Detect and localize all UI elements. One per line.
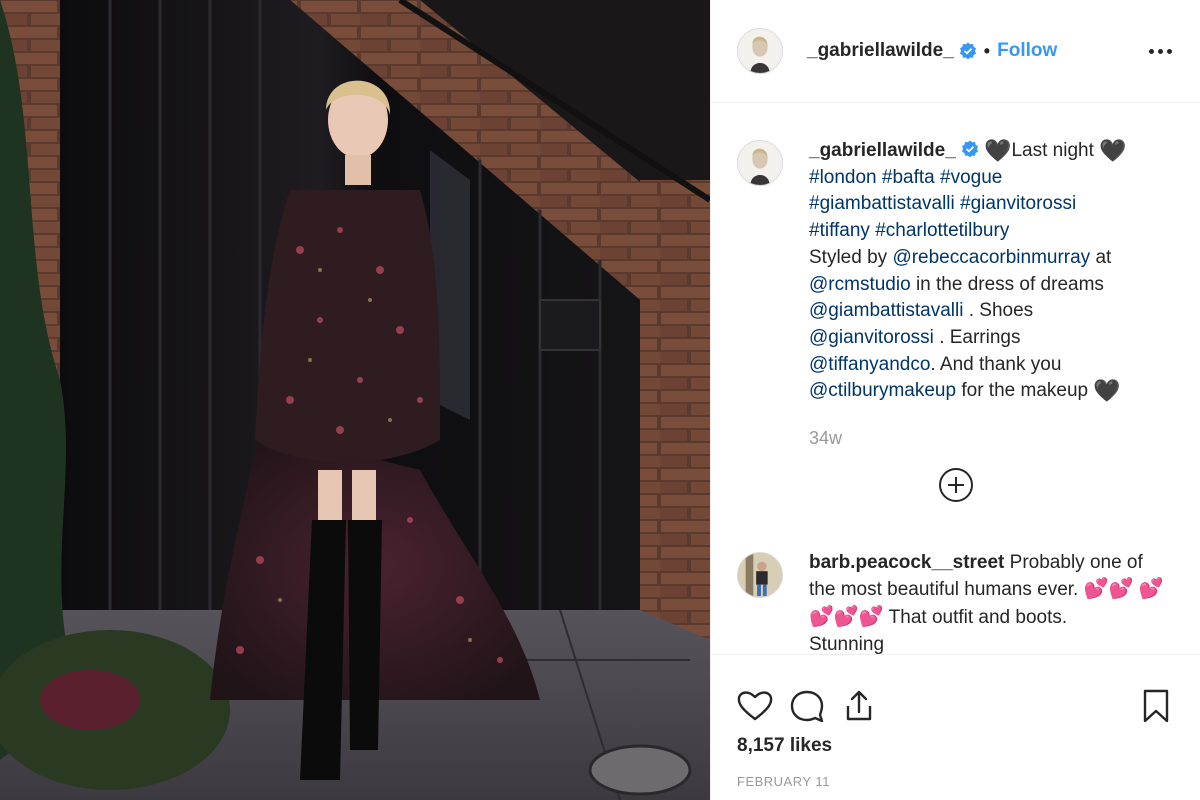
heart-icon-svg [737, 691, 773, 721]
hashtag-link[interactable]: #tiffany #charlottetilbury [809, 220, 1009, 241]
black-heart-emoji: 🖤 [1099, 138, 1127, 163]
caption-text: . Shoes [968, 300, 1034, 322]
post-photo-image [0, 0, 710, 800]
caption-avatar-image [738, 141, 782, 185]
caption-body: _gabriellawilde_ 🖤Last night 🖤 #london #… [809, 138, 1127, 452]
caption-text: in the dress of dreams [915, 273, 1104, 295]
caption-text: for the makeup [961, 380, 1089, 402]
share-icon-svg [846, 690, 872, 721]
verified-badge-icon [959, 42, 976, 60]
comment-icon-svg [790, 690, 824, 723]
caption-text: . Earrings [939, 326, 1021, 348]
two-hearts-emoji: 💕 [1083, 578, 1109, 601]
mention-link[interactable]: @gianvitorossi [809, 327, 934, 348]
caption-text: Styled by [809, 246, 888, 268]
commenter-avatar[interactable] [737, 551, 783, 598]
comment-icon[interactable] [787, 686, 827, 726]
black-heart-emoji: 🖤 [984, 138, 1012, 163]
black-heart-emoji: 🖤 [1093, 378, 1121, 404]
user-comment: barb.peacock__street Probably one of the… [711, 550, 1200, 654]
author-avatar-image [738, 29, 782, 73]
two-hearts-emoji: 💕 [833, 606, 859, 629]
post-photo[interactable] [0, 0, 710, 800]
likes-count[interactable]: 8,157 likes [711, 735, 1200, 757]
two-hearts-emoji: 💕 [809, 606, 834, 629]
commenter-username[interactable]: barb.peacock__street [809, 552, 1004, 573]
two-hearts-emoji: 💕 [1108, 578, 1134, 601]
caption-text: Last night [1011, 140, 1094, 161]
commenter-avatar-image [738, 552, 782, 597]
bookmark-icon-svg [1143, 689, 1169, 723]
bookmark-icon[interactable] [1136, 686, 1176, 726]
mention-link[interactable]: @tiffanyandco [809, 354, 930, 375]
more-options-icon[interactable] [1147, 43, 1174, 60]
load-more-plus-icon[interactable] [938, 467, 973, 502]
mention-link[interactable]: @ctilburymakeup [809, 380, 956, 401]
two-hearts-emoji: 💕 [1138, 578, 1164, 601]
caption-username[interactable]: _gabriellawilde_ [809, 140, 956, 161]
hashtag-link[interactable]: #giambattistavalli #gianvitorossi [809, 193, 1076, 214]
caption-comment: _gabriellawilde_ 🖤Last night 🖤 #london #… [711, 138, 1200, 452]
mention-link[interactable]: @rebeccacorbinmurray [892, 247, 1090, 268]
post-date[interactable]: FEBRUARY 11 [711, 774, 1200, 789]
comment-text: Stunning [809, 633, 885, 654]
header-separator: • [983, 40, 991, 61]
more-dot [1158, 48, 1163, 54]
author-avatar[interactable] [737, 28, 783, 74]
more-dot [1167, 48, 1172, 54]
hashtag-link[interactable]: #london #bafta #vogue [809, 167, 1002, 188]
comment-text: That outfit and boots. [888, 607, 1068, 629]
comments-list[interactable]: _gabriellawilde_ 🖤Last night 🖤 #london #… [711, 104, 1200, 654]
author-username[interactable]: _gabriellawilde_ [807, 40, 954, 62]
follow-button[interactable]: Follow [997, 40, 1057, 62]
mention-link[interactable]: @rcmstudio [809, 274, 911, 295]
action-bar [711, 655, 1200, 737]
load-more-comments [711, 467, 1200, 502]
verified-badge-icon [961, 140, 978, 158]
caption-text: at [1095, 246, 1112, 268]
post-actions-section: 8,157 likes FEBRUARY 11 [711, 654, 1200, 800]
caption-text: . And thank you [930, 353, 1062, 375]
more-dot [1149, 48, 1154, 54]
comment-body: barb.peacock__street Probably one of the… [809, 550, 1174, 654]
share-icon[interactable] [839, 686, 879, 726]
heart-icon[interactable] [735, 686, 775, 726]
mention-link[interactable]: @giambattistavalli [809, 300, 963, 321]
post-detail-panel: _gabriellawilde_ • Follow _gabriellawild… [710, 0, 1200, 800]
post-header: _gabriellawilde_ • Follow [711, 0, 1200, 103]
two-hearts-emoji: 💕 [858, 606, 884, 629]
caption-avatar[interactable] [737, 140, 783, 186]
caption-timestamp[interactable]: 34w [809, 425, 1127, 452]
